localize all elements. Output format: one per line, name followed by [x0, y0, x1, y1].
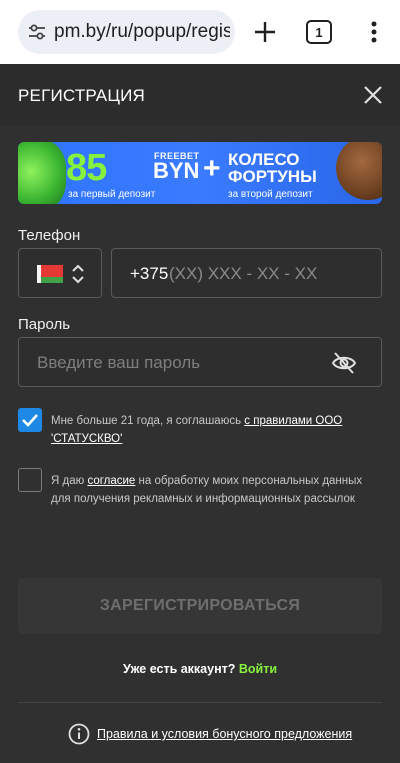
check-icon [22, 414, 38, 427]
banner-currency: BYN [153, 158, 200, 183]
age-consent-checkbox[interactable] [18, 408, 42, 432]
bonus-terms-link[interactable]: Правила и условия бонусного предложения [97, 727, 352, 741]
register-button[interactable]: ЗАРЕГИСТРИРОВАТЬСЯ [18, 578, 382, 634]
basketball-decoration [336, 142, 382, 200]
divider [18, 702, 382, 703]
address-bar[interactable]: pm.by/ru/popup/regis [18, 10, 235, 54]
login-link[interactable]: Войти [239, 662, 277, 676]
banner-sub-right: за второй депозит [228, 189, 313, 200]
password-input[interactable]: Введите ваш пароль [18, 337, 382, 387]
browser-toolbar: pm.by/ru/popup/regis 1 [0, 0, 400, 64]
phone-prefix: +375 [130, 264, 169, 283]
modal-title: РЕГИСТРАЦИЯ [18, 86, 146, 105]
banner-wheel-line2: ФОРТУНЫ [228, 167, 317, 186]
modal-header: РЕГИСТРАЦИЯ [0, 64, 400, 126]
marketing-consent-before: Я даю [51, 475, 88, 487]
marketing-consent-text: Я даю согласие на обработку моих персона… [51, 472, 371, 508]
login-prompt: Уже есть аккаунт? Войти [0, 662, 400, 676]
banner-plus: + [203, 152, 221, 185]
close-icon[interactable] [362, 84, 384, 106]
eye-off-icon[interactable] [331, 351, 357, 375]
tune-icon[interactable] [28, 23, 46, 41]
chevron-up-down-icon [72, 264, 84, 284]
country-select[interactable] [18, 248, 102, 298]
marketing-consent-checkbox[interactable] [18, 468, 42, 492]
more-vert-icon[interactable] [362, 18, 386, 46]
age-consent-text: Мне больше 21 года, я соглашаюсь с прави… [51, 412, 371, 448]
banner-sub-left: за первый депозит [68, 189, 156, 200]
banner-amount: 85 [66, 147, 107, 189]
phone-label: Телефон [18, 227, 81, 244]
green-ball-decoration [18, 142, 66, 204]
phone-input[interactable]: +375 (XX) XXX - XX - XX [111, 248, 382, 298]
tab-count: 1 [315, 24, 323, 40]
password-placeholder: Введите ваш пароль [37, 353, 201, 372]
url-text[interactable]: pm.by/ru/popup/regis [54, 21, 230, 43]
consent-link[interactable]: согласие [87, 475, 135, 487]
login-prompt-text: Уже есть аккаунт? [122, 662, 239, 676]
info-icon [68, 723, 90, 745]
phone-mask: (XX) XXX - XX - XX [169, 264, 318, 283]
promo-banner[interactable]: 85 FREEBET BYN + КОЛЕСО ФОРТУНЫ за первы… [18, 142, 382, 204]
belarus-flag-icon [37, 265, 63, 283]
age-consent-label: Мне больше 21 года, я соглашаюсь [51, 415, 245, 427]
tabs-count-icon[interactable]: 1 [306, 20, 332, 44]
new-tab-plus-icon[interactable] [251, 18, 279, 46]
password-label: Пароль [18, 316, 71, 333]
